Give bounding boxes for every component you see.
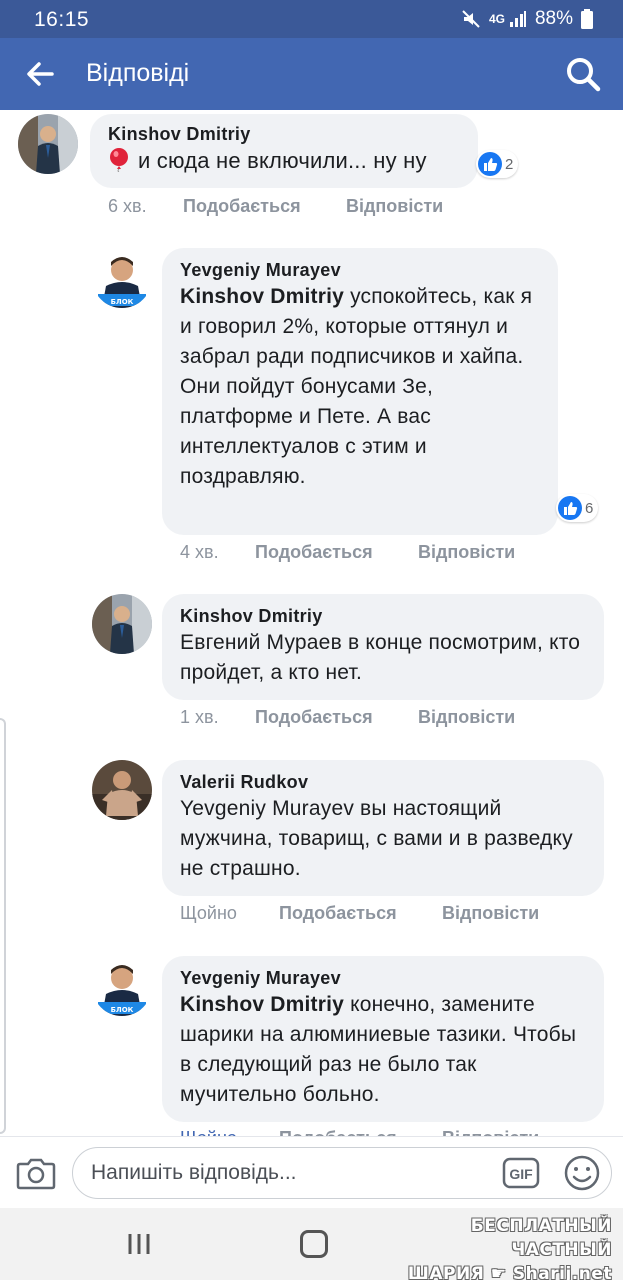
- mention-link[interactable]: Kinshov Dmitriy: [180, 993, 344, 1016]
- watermark-site: Sharij.net: [512, 1264, 612, 1280]
- svg-text:БЛОК: БЛОК: [111, 1006, 134, 1014]
- avatar[interactable]: [92, 594, 152, 654]
- watermark-brand: ШАРИЯ: [407, 1264, 485, 1280]
- like-button[interactable]: Подобається: [279, 903, 442, 924]
- balloon-icon: [110, 148, 128, 172]
- comment-actions: 6 хв. Подобається Відповісти: [108, 196, 443, 217]
- reaction-number: 6: [585, 499, 594, 517]
- status-bar: 16:15 4G 88%: [0, 0, 623, 38]
- comment-bubble[interactable]: Kinshov Dmitriy и сюда не включили... ну…: [90, 114, 478, 188]
- reaction-count[interactable]: 6: [556, 494, 599, 522]
- reply-composer: GIF: [0, 1136, 623, 1208]
- reply-button[interactable]: Відповісти: [418, 707, 515, 728]
- reply-thread[interactable]: Kinshov Dmitriy и сюда не включили... ну…: [0, 110, 623, 1136]
- pointing-hand-icon: ☛: [490, 1264, 507, 1280]
- reaction-count[interactable]: 2: [476, 150, 519, 178]
- signal-icon: [509, 11, 526, 27]
- like-icon: [478, 152, 502, 176]
- comment-author[interactable]: Valerii Rudkov: [180, 770, 588, 794]
- like-icon: [558, 496, 582, 520]
- comment-bubble[interactable]: Yevgeniy Murayev Kinshov Dmitriy конечно…: [162, 956, 604, 1122]
- reply-button[interactable]: Відповісти: [418, 542, 515, 563]
- battery-icon: [581, 9, 593, 29]
- back-arrow-icon[interactable]: [22, 56, 58, 92]
- comment-item: БЛОК Yevgeniy Murayev Kinshov Dmitriy ко…: [92, 956, 618, 1136]
- comment-author[interactable]: Kinshov Dmitriy: [180, 604, 588, 628]
- home-button[interactable]: [300, 1230, 328, 1258]
- like-button[interactable]: Подобається: [255, 707, 418, 728]
- comment-text-content: успокойтесь, как я и говорил 2%, которые…: [180, 285, 533, 488]
- comment-time: Щойно: [180, 903, 237, 923]
- like-button[interactable]: Подобається: [255, 542, 418, 563]
- svg-text:БЛОК: БЛОК: [111, 298, 134, 306]
- watermark-line-2: ШАРИЯ ☛ Sharij.net: [388, 1262, 612, 1280]
- avatar[interactable]: [92, 760, 152, 820]
- comment-time: 4 хв.: [180, 542, 219, 562]
- emoji-icon[interactable]: [562, 1153, 602, 1193]
- status-time: 16:15: [34, 8, 90, 31]
- comment-author[interactable]: Kinshov Dmitriy: [108, 122, 462, 146]
- search-icon[interactable]: [563, 54, 603, 94]
- reaction-number: 2: [505, 155, 514, 173]
- page-title: Відповіді: [86, 59, 190, 87]
- like-button[interactable]: Подобається: [183, 196, 346, 217]
- avatar[interactable]: БЛОК: [92, 248, 152, 308]
- mention-link[interactable]: Kinshov Dmitriy: [180, 285, 344, 308]
- comment-item: Kinshov Dmitriy и сюда не включили... ну…: [18, 114, 618, 224]
- comment-text-content: и сюда не включили... ну ну: [138, 148, 427, 173]
- comment-item: Valerii Rudkov Yevgeniy Murayev вы насто…: [92, 760, 618, 930]
- network-label: 4G: [488, 12, 505, 26]
- reply-button[interactable]: Відповісти: [442, 1128, 539, 1136]
- comment-bubble[interactable]: Yevgeniy Murayev Kinshov Dmitriy успокой…: [162, 248, 558, 535]
- watermark-line-1: БЕСПЛАТНЫЙ ЧАСТНЫЙ: [470, 1216, 612, 1260]
- reply-button[interactable]: Відповісти: [346, 196, 443, 217]
- comment-time: 6 хв.: [108, 196, 147, 216]
- comment-actions: Щойно Подобається Відповісти: [180, 903, 539, 924]
- comment-actions: Щойно Подобається Відповісти: [180, 1128, 539, 1136]
- reply-button[interactable]: Відповісти: [442, 903, 539, 924]
- like-button[interactable]: Подобається: [279, 1128, 442, 1136]
- status-icons: 4G 88%: [461, 8, 593, 30]
- comment-item: БЛОК Yevgeniy Murayev Kinshov Dmitriy ус…: [92, 248, 618, 568]
- app-bar: Відповіді: [0, 38, 623, 110]
- scroll-indicator: [0, 718, 6, 1134]
- comment-bubble[interactable]: Valerii Rudkov Yevgeniy Murayev вы насто…: [162, 760, 604, 896]
- comment-bubble[interactable]: Kinshov Dmitriy Евгений Мураев в конце п…: [162, 594, 604, 700]
- watermark: БЕСПЛАТНЫЙ ЧАСТНЫЙ ШАРИЯ ☛ Sharij.net: [388, 1214, 612, 1280]
- battery-percent: 88%: [534, 8, 573, 29]
- comment-actions: 4 хв. Подобається Відповісти: [180, 542, 515, 563]
- mute-icon: [462, 10, 480, 28]
- comment-text: Yevgeniy Murayev вы настоящий мужчина, т…: [180, 797, 573, 880]
- recent-apps-icon[interactable]: [126, 1232, 152, 1256]
- camera-icon[interactable]: [16, 1155, 56, 1191]
- comment-actions: 1 хв. Подобається Відповісти: [180, 707, 515, 728]
- comment-time: 1 хв.: [180, 707, 219, 727]
- avatar[interactable]: [18, 114, 78, 174]
- comment-time: Щойно: [180, 1128, 279, 1136]
- comment-text: Kinshov Dmitriy успокойтесь, как я и гов…: [180, 282, 542, 492]
- comment-author[interactable]: Yevgeniy Murayev: [180, 966, 588, 990]
- comment-text: Kinshov Dmitriy конечно, замените шарики…: [180, 990, 588, 1110]
- gif-icon[interactable]: GIF: [502, 1155, 540, 1191]
- comment-item: Kinshov Dmitriy Евгений Мураев в конце п…: [92, 594, 618, 734]
- gif-label: GIF: [509, 1166, 533, 1182]
- comment-author[interactable]: Yevgeniy Murayev: [180, 258, 542, 282]
- comment-text: и сюда не включили... ну ну: [108, 146, 462, 176]
- avatar[interactable]: БЛОК: [92, 956, 152, 1016]
- comment-text: Евгений Мураев в конце посмотрим, кто пр…: [180, 631, 581, 684]
